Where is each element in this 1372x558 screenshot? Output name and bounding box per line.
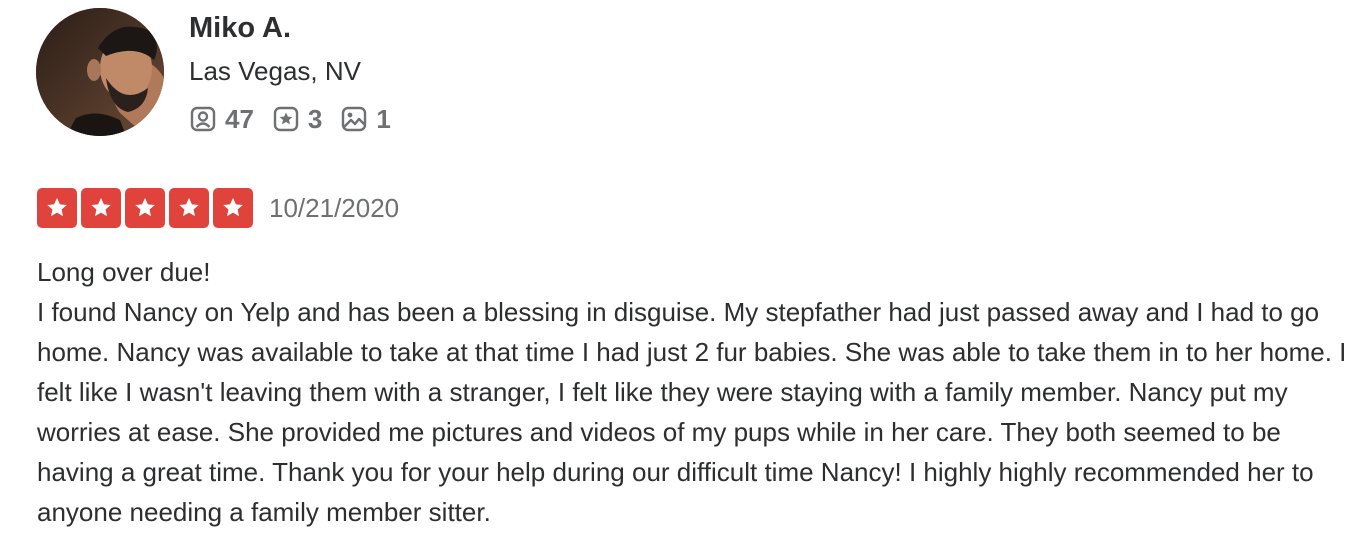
review-text: Long over due! I found Nancy on Yelp and… (37, 252, 1357, 532)
avatar[interactable] (36, 8, 164, 136)
review-body: I found Nancy on Yelp and has been a ble… (37, 297, 1347, 527)
user-location: Las Vegas, NV (189, 56, 361, 86)
reviews-stat: 3 (272, 104, 322, 135)
star-icon (125, 188, 165, 228)
friends-icon (189, 105, 217, 133)
star-icon (37, 188, 77, 228)
review-date: 10/21/2020 (269, 192, 400, 223)
photos-count: 1 (376, 103, 391, 134)
star-icon (213, 188, 253, 228)
star-icon (169, 188, 209, 228)
user-name[interactable]: Miko A. (189, 10, 291, 46)
friends-stat: 47 (189, 104, 254, 135)
photos-stat: 1 (340, 103, 391, 135)
photos-icon (340, 105, 368, 133)
review-first-line: Long over due! (37, 257, 211, 287)
star-rating (37, 188, 253, 228)
star-icon (81, 188, 121, 228)
reviews-icon (272, 105, 300, 133)
friends-count: 47 (225, 103, 254, 134)
reviews-count: 3 (307, 103, 323, 134)
rating-row: 10/21/2020 (37, 188, 399, 228)
user-stats: 47 3 1 (189, 102, 391, 136)
review-card: Miko A. Las Vegas, NV 47 3 1 10/21/2020 … (0, 0, 1372, 558)
